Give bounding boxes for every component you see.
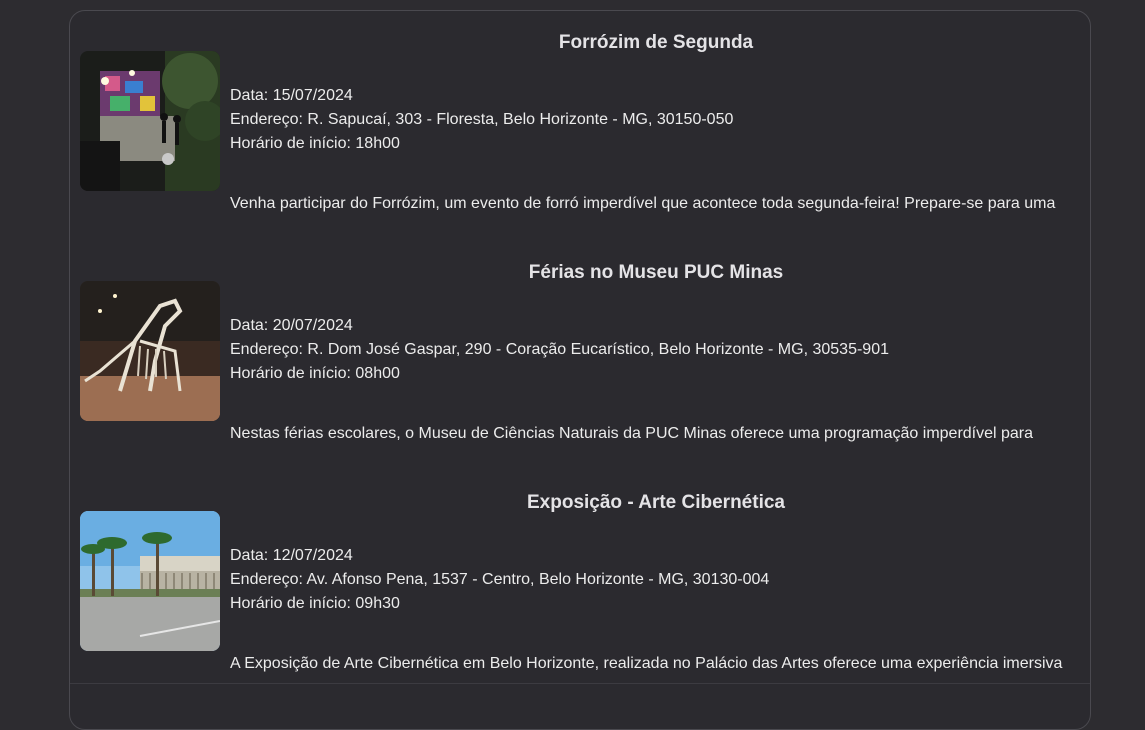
event-details: Data: 20/07/2024 Endereço: R. Dom José G… — [230, 314, 1082, 386]
divider — [70, 683, 1090, 684]
events-panel: Forrózim de Segunda Data: 15/07/2024 End… — [69, 10, 1091, 730]
event-date: Data: 15/07/2024 — [230, 87, 353, 104]
event-start-time: Horário de início: 18h00 — [230, 135, 400, 152]
event-start-time: Horário de início: 09h30 — [230, 595, 400, 612]
event-date: Data: 12/07/2024 — [230, 547, 353, 564]
event-image-forrozim — [80, 51, 220, 191]
event-date: Data: 20/07/2024 — [230, 317, 353, 334]
event-title: Férias no Museu PUC Minas — [528, 262, 784, 283]
event-address: Endereço: R. Dom José Gaspar, 290 - Cora… — [230, 341, 889, 358]
event-description: Venha participar do Forrózim, um evento … — [230, 195, 1056, 220]
event-description: A Exposição de Arte Cibernética em Belo … — [230, 655, 1063, 680]
event-address: Endereço: Av. Afonso Pena, 1537 - Centro… — [230, 571, 770, 588]
event-card-museu[interactable]: Férias no Museu PUC Minas Data: 20/07/20… — [80, 241, 1082, 450]
event-card-forrozim[interactable]: Forrózim de Segunda Data: 15/07/2024 End… — [80, 11, 1082, 220]
event-details: Data: 12/07/2024 Endereço: Av. Afonso Pe… — [230, 544, 1082, 616]
event-card-arte-cibernetica[interactable]: Exposição - Arte Cibernética Data: 12/07… — [80, 471, 1082, 680]
event-description: Nestas férias escolares, o Museu de Ciên… — [230, 425, 1049, 450]
event-title: Forrózim de Segunda — [558, 32, 754, 53]
event-image-arte-cibernetica — [80, 511, 220, 651]
event-title: Exposição - Arte Cibernética — [527, 492, 785, 513]
event-address: Endereço: R. Sapucaí, 303 - Floresta, Be… — [230, 111, 734, 128]
event-details: Data: 15/07/2024 Endereço: R. Sapucaí, 3… — [230, 84, 1082, 156]
event-start-time: Horário de início: 08h00 — [230, 365, 400, 382]
event-image-museu — [80, 281, 220, 421]
